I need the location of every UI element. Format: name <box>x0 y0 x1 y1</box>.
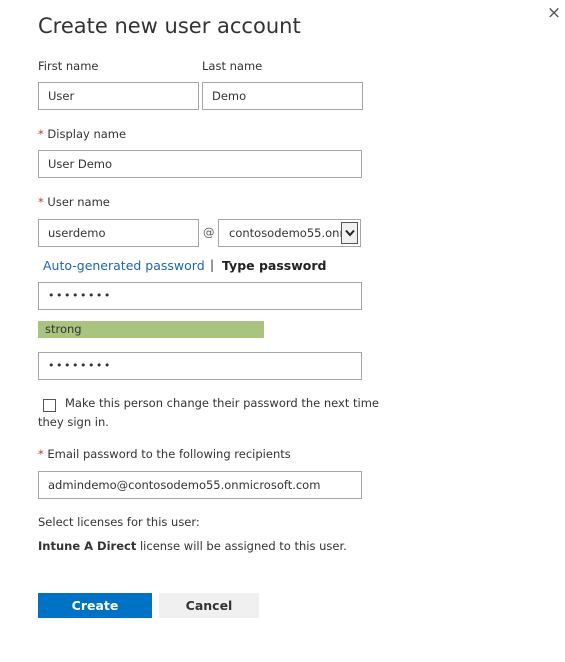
required-marker: * <box>38 447 44 461</box>
display-name-label: * Display name <box>38 127 126 141</box>
type-password-link[interactable]: Type password <box>222 258 326 273</box>
license-info: Intune A Direct license will be assigned… <box>38 539 347 553</box>
last-name-field[interactable]: Demo <box>202 82 363 110</box>
domain-select[interactable]: contosodemo55.onmicrosoft.com <box>218 219 361 247</box>
license-name: Intune A Direct <box>38 539 137 553</box>
display-name-field[interactable]: User Demo <box>38 150 362 178</box>
email-recipients-label: * Email password to the following recipi… <box>38 447 291 461</box>
chevron-down-icon[interactable] <box>341 222 358 244</box>
force-change-label: Make this person change their password t… <box>38 394 398 432</box>
password-field[interactable]: •••••••• <box>38 282 362 310</box>
license-suffix: license will be assigned to this user. <box>136 539 347 553</box>
force-change-label-text: Make this person change their password t… <box>38 396 379 429</box>
required-marker: * <box>38 127 44 141</box>
email-recipients-label-text: Email password to the following recipien… <box>47 447 291 461</box>
at-symbol: @ <box>203 225 215 239</box>
auto-generated-password-link[interactable]: Auto-generated password <box>43 258 205 273</box>
cancel-button[interactable]: Cancel <box>159 593 259 618</box>
close-icon[interactable]: × <box>545 4 563 22</box>
confirm-password-field[interactable]: •••••••• <box>38 352 362 380</box>
password-strength-bar: strong <box>38 321 264 338</box>
required-marker: * <box>38 195 44 209</box>
last-name-label: Last name <box>202 59 263 73</box>
first-name-field[interactable]: User <box>38 82 199 110</box>
page-title: Create new user account <box>38 14 301 38</box>
email-recipients-field[interactable]: admindemo@contosodemo55.onmicrosoft.com <box>38 471 362 499</box>
create-button[interactable]: Create <box>38 593 152 618</box>
password-mode-separator: | <box>210 258 215 272</box>
domain-select-value: contosodemo55.onmicrosoft.com <box>229 226 341 240</box>
user-name-label-text: User name <box>47 195 110 209</box>
first-name-label: First name <box>38 59 99 73</box>
user-name-field[interactable]: userdemo <box>38 219 199 247</box>
licenses-heading: Select licenses for this user: <box>38 515 200 529</box>
user-name-label: * User name <box>38 195 110 209</box>
display-name-label-text: Display name <box>47 127 127 141</box>
